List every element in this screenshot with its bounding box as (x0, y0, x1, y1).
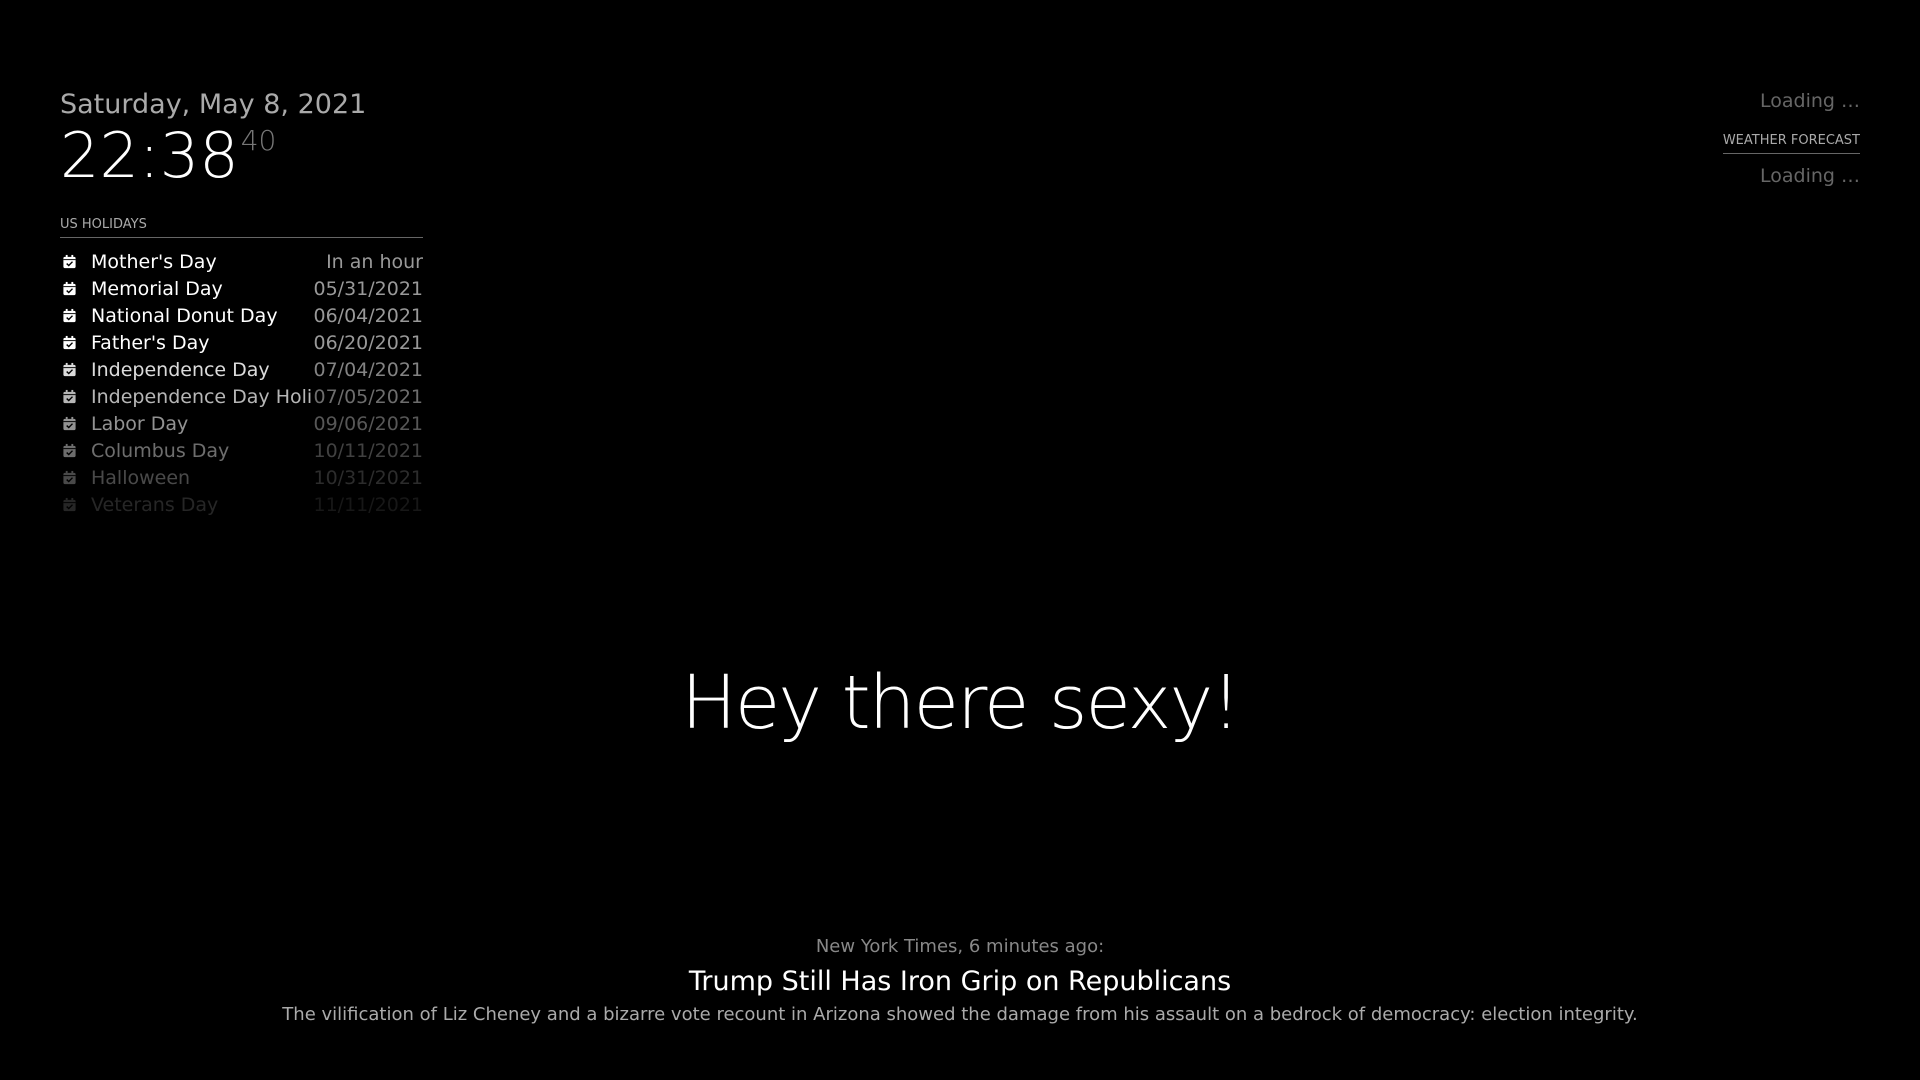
calendar-header: US HOLIDAYS (60, 217, 423, 239)
calendar-event: Mother's Day In an hour (60, 248, 423, 275)
calendar-check-icon (62, 362, 77, 377)
calendar-check-icon (62, 416, 77, 431)
weather-forecast-loading: Loading … (1759, 165, 1860, 188)
calendar-check-icon (62, 254, 77, 269)
calendar-module: US HOLIDAYS Mother's Day In an hour Memori… (60, 217, 423, 518)
calendar-check-icon (62, 497, 77, 512)
calendar-event-title: Halloween (91, 466, 191, 489)
clock-hours-minutes: 22:38 (60, 118, 239, 192)
calendar-event-time: In an hour (326, 250, 423, 273)
clock-module: Saturday, May 8, 2021 22:3840 (60, 90, 366, 190)
newsfeed-module: New York Times, 6 minutes ago: Trump Sti… (0, 936, 1920, 1026)
clock-date: Saturday, May 8, 2021 (60, 89, 367, 120)
calendar-event-time: 11/11/2021 (313, 493, 423, 516)
calendar-event-time: 07/04/2021 (313, 358, 423, 381)
calendar-event-title: National Donut Day (91, 304, 278, 327)
calendar-check-icon (62, 308, 77, 323)
calendar-event-title: Mother's Day (91, 250, 217, 273)
news-headline: Trump Still Has Iron Grip on Republicans (688, 965, 1232, 997)
calendar-event: Father's Day 06/20/2021 (60, 329, 423, 356)
calendar-check-icon (62, 335, 77, 350)
calendar-check-icon (62, 470, 77, 485)
calendar-event-title: Memorial Day (91, 277, 223, 300)
calendar-event: Independence Day Holiday07/05/2021 (60, 383, 423, 410)
calendar-event-time: 06/04/2021 (313, 304, 423, 327)
calendar-event: Labor Day 09/06/2021 (60, 410, 423, 437)
magic-mirror-screen: Saturday, May 8, 2021 22:3840 US HOLIDAY… (0, 0, 1920, 1080)
calendar-event-title: Independence Day (91, 358, 270, 381)
calendar-event-time: 09/06/2021 (313, 412, 423, 435)
calendar-event-time: 10/11/2021 (313, 439, 423, 462)
calendar-event-time: 06/20/2021 (313, 331, 423, 354)
calendar-event-time: 07/05/2021 (313, 385, 423, 408)
current-weather-loading: Loading … (1759, 90, 1860, 112)
calendar-event-title: Labor Day (91, 412, 189, 435)
calendar-event-title: Father's Day (91, 331, 210, 354)
news-source: New York Times, 6 minutes ago: (815, 936, 1105, 957)
calendar-event: Veterans Day 11/11/2021 (60, 491, 423, 518)
calendar-event: National Donut Day 06/04/2021 (60, 302, 423, 329)
compliment-text: Hey there sexy! (681, 660, 1241, 746)
calendar-check-icon (62, 389, 77, 404)
clock-seconds: 40 (240, 123, 277, 157)
calendar-event-title: Veterans Day (91, 493, 219, 516)
weather-module: Loading … WEATHER FORECAST Loading … (1722, 90, 1860, 188)
calendar-event: Halloween 10/31/2021 (60, 464, 423, 491)
calendar-event-time: 10/31/2021 (313, 466, 423, 489)
calendar-event-title: Columbus Day (91, 439, 230, 462)
calendar-event: Columbus Day 10/11/2021 (60, 437, 423, 464)
calendar-check-icon (62, 443, 77, 458)
clock-time: 22:3840 (60, 118, 366, 192)
calendar-event-time: 05/31/2021 (313, 277, 423, 300)
calendar-event: Memorial Day 05/31/2021 (60, 275, 423, 302)
calendar-event: Independence Day 07/04/2021 (60, 356, 423, 383)
calendar-check-icon (62, 281, 77, 296)
calendar-event-list: Mother's Day In an hour Memorial Day 05/31/… (60, 248, 423, 518)
news-description: The vilification of Liz Cheney and a biz… (282, 1003, 1638, 1025)
calendar-event-title: Independence Day Holiday (91, 385, 313, 408)
weather-forecast-header: WEATHER FORECAST (1722, 133, 1860, 155)
